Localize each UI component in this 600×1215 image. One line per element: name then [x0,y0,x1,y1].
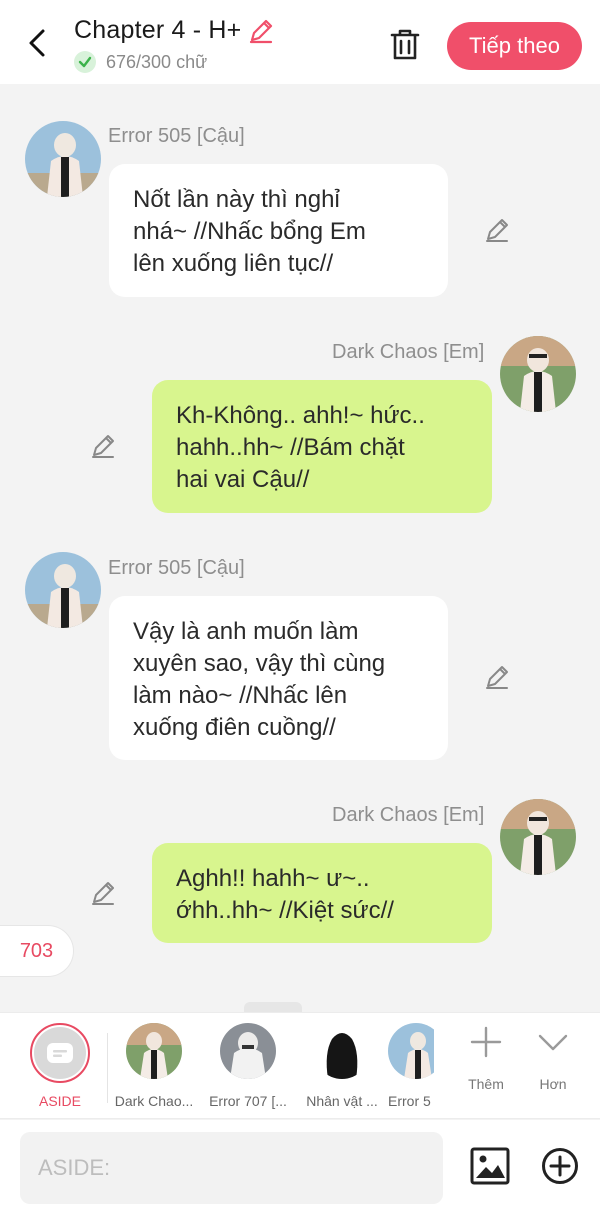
composer [0,1120,600,1215]
sender-name: Error 505 [Cậu] [108,557,245,579]
character-bar: ASIDE Dark Chao... Error 707 [... Nhân v… [0,1012,600,1119]
message-line: lên xuống liên tục// [133,250,334,277]
add-character-button[interactable]: Thêm [456,1025,516,1092]
chapter-title: Chapter 4 - H+ [74,16,242,44]
sender-name: Error 505 [Cậu] [108,125,245,147]
next-button[interactable]: Tiếp theo [447,22,582,70]
message-line: ớhh..hh~ //Kiệt sức// [176,897,394,924]
message-line: làm nào~ //Nhấc lên [133,682,348,709]
edit-message-button[interactable] [89,879,117,907]
message-line: xuống điên cuồng// [133,714,336,741]
plus-icon [470,1026,502,1058]
message-count-badge[interactable]: 703 [0,925,74,977]
avatar[interactable] [25,552,101,628]
add-more-button[interactable] [540,1146,580,1186]
trash-icon [390,29,420,60]
edit-message-button[interactable] [483,663,511,691]
aside-icon [47,1043,73,1063]
pencil-icon [92,435,114,458]
message-line: hai vai Cậu// [176,466,310,493]
expand-label: Hơn [539,1076,567,1092]
chapter-heading: Chapter 4 - H+ 676/300 chữ [74,16,275,73]
aside-button[interactable]: ASIDE [30,1023,90,1109]
check-icon [74,51,96,73]
character-item[interactable]: Error 5 [388,1023,434,1109]
pencil-icon [486,666,508,689]
message-line: Aghh!! hahh~ ư~.. [176,865,370,892]
message-bubble[interactable]: Nốt lần này thì nghỉ nhá~ //Nhấc bổng Em… [109,164,448,297]
sender-name: Dark Chaos [Em] [332,804,485,826]
avatar [388,1023,434,1079]
character-name: Nhân vật ... [306,1093,378,1109]
character-name: Error 707 [... [209,1093,287,1109]
message-line: nhá~ //Nhấc bổng Em [133,218,366,245]
chevron-down-icon [538,1034,568,1051]
avatar [126,1023,182,1079]
edit-message-button[interactable] [483,216,511,244]
message-bubble[interactable]: Vậy là anh muốn làm xuyên sao, vậy thì c… [109,596,448,760]
character-item[interactable]: Error 707 [... [200,1023,296,1109]
pencil-icon [486,219,508,242]
character-item[interactable]: Nhân vật ... [294,1023,390,1109]
pencil-icon [250,19,273,43]
character-item[interactable]: Dark Chao... [106,1023,202,1109]
character-name: Dark Chao... [114,1093,194,1109]
sender-name: Dark Chaos [Em] [332,341,485,363]
aside-label: ASIDE [38,1093,81,1109]
avatar[interactable] [25,121,101,197]
add-character-label: Thêm [468,1076,504,1092]
message-line: hahh..hh~ //Bám chặt [176,434,405,461]
message-line: Nốt lần này thì nghỉ [133,186,340,213]
word-count: 676/300 chữ [106,51,208,72]
avatar [314,1023,370,1079]
insert-image-button[interactable] [470,1146,510,1186]
avatar[interactable] [500,336,576,412]
pencil-icon [92,882,114,905]
avatar [220,1023,276,1079]
message-input[interactable] [20,1132,443,1204]
message-line: xuyên sao, vậy thì cùng [133,650,386,677]
back-arrow-icon [29,29,45,57]
edit-message-button[interactable] [89,432,117,460]
edit-title-button[interactable] [247,17,275,45]
message-line: Kh-Không.. ahh!~ hức.. [176,402,425,429]
plus-circle-icon [542,1148,578,1184]
top-bar: Chapter 4 - H+ 676/300 chữ Tiếp theo [0,0,600,84]
message-line: Vậy là anh muốn làm [133,618,359,645]
image-icon [470,1147,510,1185]
expand-button[interactable]: Hơn [523,1025,583,1092]
message-bubble[interactable]: Kh-Không.. ahh!~ hức.. hahh..hh~ //Bám c… [152,380,492,513]
avatar[interactable] [500,799,576,875]
message-bubble[interactable]: Aghh!! hahh~ ư~.. ớhh..hh~ //Kiệt sức// [152,843,492,943]
delete-button[interactable] [386,26,424,64]
back-button[interactable] [20,26,54,60]
character-name: Error 5 [388,1093,431,1109]
